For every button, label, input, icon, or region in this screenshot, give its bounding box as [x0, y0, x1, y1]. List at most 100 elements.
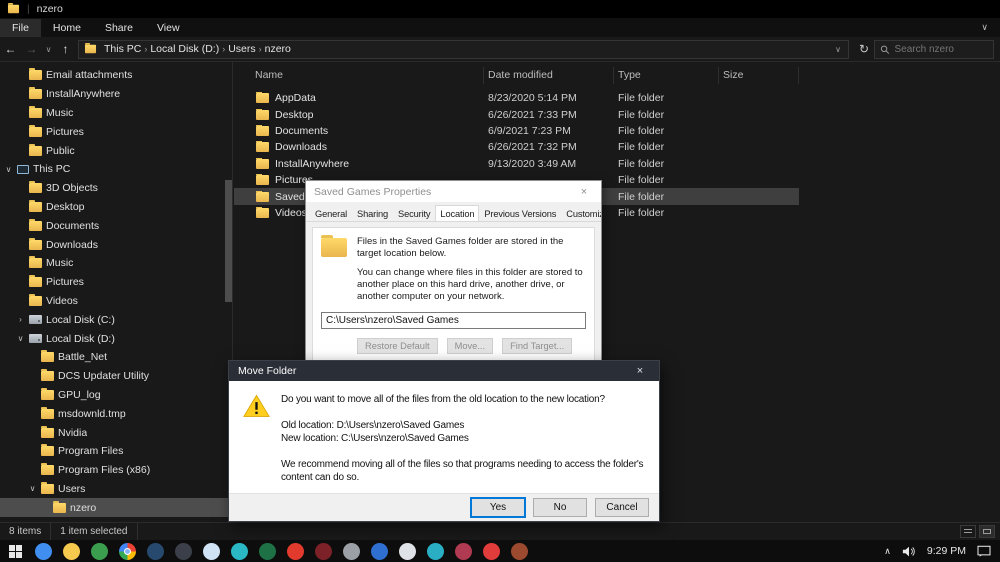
search-box[interactable]: [874, 39, 994, 59]
file-row-appdata[interactable]: AppData 8/23/2020 5:14 PM File folder: [234, 90, 799, 106]
sidebar-item-gpu-log[interactable]: GPU_log: [0, 386, 232, 405]
taskbar-icon-app-7[interactable]: [203, 542, 220, 560]
taskbar-icon-app-8[interactable]: [231, 542, 248, 560]
sidebar-item-public[interactable]: Public: [0, 141, 232, 160]
properties-tab-sharing[interactable]: Sharing: [352, 205, 393, 221]
find-target-button[interactable]: Find Target...: [502, 338, 573, 354]
forward-icon[interactable]: →: [21, 42, 42, 56]
properties-tab-location[interactable]: Location: [435, 205, 480, 221]
expander-icon[interactable]: ∨: [28, 484, 37, 493]
taskbar-icon-app-9[interactable]: [259, 542, 276, 560]
properties-tabs: General Sharing Security Location Previous V…: [306, 202, 601, 222]
ribbon-tab-file[interactable]: File: [0, 18, 41, 37]
taskbar-icon-app-12[interactable]: [343, 542, 360, 560]
file-type-cell: File folder: [618, 124, 665, 137]
properties-tab-security[interactable]: Security: [393, 205, 435, 221]
file-row-installanywhere[interactable]: InstallAnywhere 9/13/2020 3:49 AM File fol…: [234, 156, 799, 172]
breadcrumb-item-users[interactable]: Users: [225, 43, 258, 55]
taskbar-icon-app-5[interactable]: [147, 542, 164, 560]
sidebar-item-msdownld-tmp[interactable]: msdownld.tmp: [0, 404, 232, 423]
show-hidden-icons-icon[interactable]: ∧: [884, 546, 891, 557]
sidebar-item-email-attachments[interactable]: Email attachments: [0, 66, 232, 85]
sidebar-item-3d-objects[interactable]: 3D Objects: [0, 179, 232, 198]
sidebar-item-users[interactable]: ∨ Users: [0, 480, 232, 499]
properties-tab-general[interactable]: General: [310, 205, 352, 221]
expand-ribbon-icon[interactable]: ∨: [981, 22, 1000, 33]
address-box[interactable]: This PC › Local Disk (D:) › Users › nzero ∨: [78, 39, 849, 59]
taskbar-icon-app-13[interactable]: [371, 542, 388, 560]
taskbar-icon-file-explorer[interactable]: [63, 542, 80, 560]
sidebar-scrollbar[interactable]: [225, 180, 232, 302]
large-icons-view-icon[interactable]: [979, 525, 995, 538]
expander-icon[interactable]: ∨: [16, 334, 25, 343]
column-header-name[interactable]: Name: [234, 66, 484, 84]
ribbon-tab-home[interactable]: Home: [41, 19, 93, 37]
sidebar-item-desktop[interactable]: Desktop: [0, 198, 232, 217]
sidebar-item-nvidia[interactable]: Nvidia: [0, 423, 232, 442]
action-center-icon[interactable]: [977, 545, 991, 557]
taskbar-icon-app-15[interactable]: [427, 542, 444, 560]
refresh-icon[interactable]: ↻: [854, 42, 874, 56]
sidebar-item-music[interactable]: Music: [0, 254, 232, 273]
breadcrumb-item-local-disk-d[interactable]: Local Disk (D:): [147, 43, 222, 55]
sidebar-item-dcs-updater-utility[interactable]: DCS Updater Utility: [0, 367, 232, 386]
taskbar-icon-app-16[interactable]: [455, 542, 472, 560]
location-path-input[interactable]: [321, 312, 586, 329]
taskbar-icon-app-6[interactable]: [175, 542, 192, 560]
expander-icon[interactable]: ›: [16, 315, 25, 324]
clock[interactable]: 9:29 PM: [927, 545, 966, 557]
taskbar-icon-app-17[interactable]: [483, 542, 500, 560]
sidebar-item-installanywhere[interactable]: InstallAnywhere: [0, 85, 232, 104]
address-dropdown-icon[interactable]: ∨: [835, 45, 843, 54]
taskbar-icon-app-14[interactable]: [399, 542, 416, 560]
sidebar-item-local-disk-c[interactable]: › Local Disk (C:): [0, 310, 232, 329]
no-button[interactable]: No: [533, 498, 587, 517]
ribbon-tab-view[interactable]: View: [145, 19, 192, 37]
expander-icon[interactable]: ∨: [4, 165, 13, 174]
column-header-date-modified[interactable]: Date modified: [484, 66, 614, 84]
sidebar-item-nzero[interactable]: nzero: [0, 498, 232, 518]
sidebar-item-battle-net[interactable]: Battle_Net: [0, 348, 232, 367]
sidebar-item-videos[interactable]: Videos: [0, 292, 232, 311]
sidebar-item-local-disk-d[interactable]: ∨ Local Disk (D:): [0, 329, 232, 348]
sidebar-item-music[interactable]: Music: [0, 104, 232, 123]
ribbon-tab-share[interactable]: Share: [93, 19, 145, 37]
column-header-type[interactable]: Type: [614, 66, 719, 84]
taskbar-icon-app-11[interactable]: [315, 542, 332, 560]
sidebar-item-this-pc[interactable]: ∨ This PC: [0, 160, 232, 179]
file-name-label: Desktop: [275, 108, 314, 121]
search-input[interactable]: [894, 43, 988, 55]
properties-tab-customize[interactable]: Customize: [561, 205, 601, 221]
taskbar-icon-chrome[interactable]: [119, 542, 136, 560]
file-row-downloads[interactable]: Downloads 6/26/2021 7:32 PM File folder: [234, 139, 799, 155]
properties-tab-previous-versions[interactable]: Previous Versions: [479, 205, 561, 221]
file-row-documents[interactable]: Documents 6/9/2021 7:23 PM File folder: [234, 123, 799, 139]
back-icon[interactable]: ←: [0, 42, 21, 56]
breadcrumb-item-this-pc[interactable]: This PC: [101, 43, 144, 55]
taskbar-icon-app-3[interactable]: [91, 542, 108, 560]
details-view-icon[interactable]: [960, 525, 976, 538]
breadcrumb-item-nzero[interactable]: nzero: [262, 43, 294, 55]
sidebar-item-downloads[interactable]: Downloads: [0, 235, 232, 254]
sidebar-item-pictures[interactable]: Pictures: [0, 273, 232, 292]
sidebar-item-pictures[interactable]: Pictures: [0, 122, 232, 141]
sidebar-item-program-files[interactable]: Program Files: [0, 442, 232, 461]
move-dialog-close-icon[interactable]: ×: [630, 365, 650, 377]
up-icon[interactable]: ↑: [55, 42, 76, 56]
file-row-desktop[interactable]: Desktop 6/26/2021 7:33 PM File folder: [234, 106, 799, 122]
taskbar-icon-app-10[interactable]: [287, 542, 304, 560]
volume-icon[interactable]: [902, 546, 916, 557]
restore-default-button[interactable]: Restore Default: [357, 338, 438, 354]
sidebar-item-documents[interactable]: Documents: [0, 216, 232, 235]
move-button[interactable]: Move...: [446, 338, 494, 354]
start-button[interactable]: [0, 540, 30, 562]
yes-button[interactable]: Yes: [471, 498, 525, 517]
column-header-size[interactable]: Size: [719, 66, 799, 84]
properties-close-icon[interactable]: ×: [575, 186, 593, 198]
sidebar-item-program-files-x86[interactable]: Program Files (x86): [0, 461, 232, 480]
taskbar-icon-edge[interactable]: [35, 542, 52, 560]
properties-buttons: Restore Default Move... Find Target...: [357, 338, 586, 354]
recent-locations-icon[interactable]: ∨: [42, 45, 55, 54]
taskbar-icon-app-18[interactable]: [511, 542, 528, 560]
cancel-button[interactable]: Cancel: [595, 498, 649, 517]
